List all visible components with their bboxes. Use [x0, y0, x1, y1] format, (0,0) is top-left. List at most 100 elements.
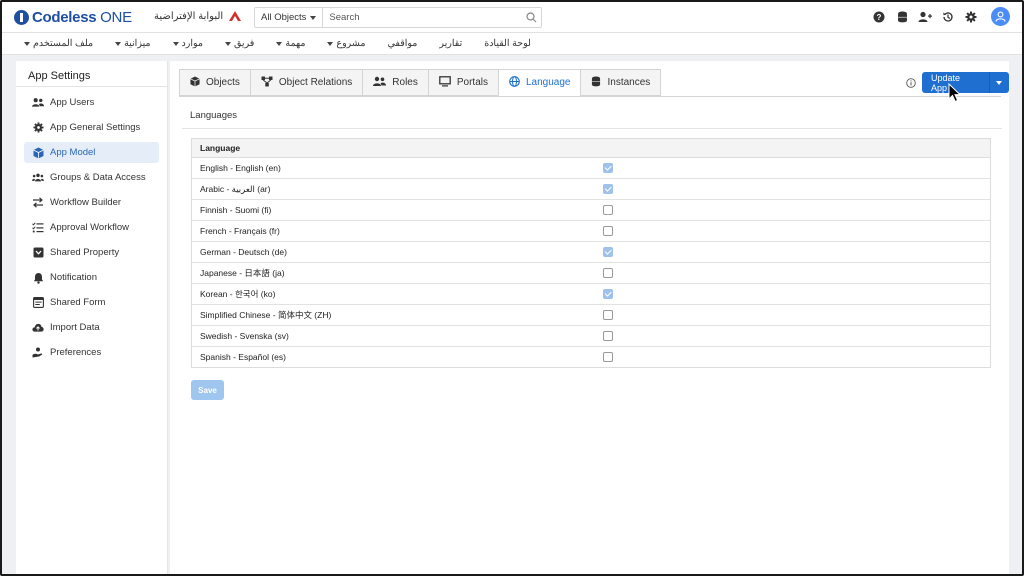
chevron-down-icon	[115, 41, 122, 46]
menu-item-my-positions[interactable]: مواقفي	[387, 38, 417, 49]
logo[interactable]: Codeless ONE	[14, 8, 132, 26]
sidebar-item-app-model[interactable]: App Model	[24, 142, 159, 163]
menu-item-resources[interactable]: موارد	[172, 38, 203, 49]
menu-item-task[interactable]: مهمة	[276, 38, 305, 49]
history-icon[interactable]	[941, 10, 955, 24]
database-icon[interactable]	[895, 10, 909, 24]
sidebar-item-groups-data-access[interactable]: Groups & Data Access	[24, 167, 159, 188]
table-row: German - Deutsch (de)	[191, 241, 991, 263]
sidebar-item-approval-workflow[interactable]: Approval Workflow	[24, 217, 159, 238]
sidebar-title: App Settings	[16, 61, 167, 87]
section-title: Languages	[190, 110, 238, 121]
sidebar-item-label: Approval Workflow	[50, 222, 130, 233]
sidebar-item-preferences[interactable]: Preferences	[24, 342, 159, 363]
search-input[interactable]	[323, 8, 521, 27]
update-app-button[interactable]: Update App	[922, 72, 990, 93]
sidebar-item-import-data[interactable]: Import Data	[24, 317, 159, 338]
sidebar-item-label: App Users	[50, 97, 95, 108]
languages-table: Language English - English (en) Arabic -…	[191, 138, 991, 368]
monitor-icon	[439, 75, 451, 90]
menu-item-label: لوحة القيادة	[484, 38, 531, 49]
sidebar-item-notification[interactable]: Notification	[24, 267, 159, 288]
search-scope-dropdown[interactable]: All Objects	[255, 8, 324, 27]
tab-label: Objects	[206, 77, 240, 88]
menu-item-team[interactable]: فريق	[225, 38, 254, 49]
language-checkbox[interactable]	[602, 352, 613, 362]
user-avatar-icon[interactable]	[991, 7, 1010, 26]
tab-language[interactable]: Language	[497, 69, 582, 96]
settings-sidebar: App Settings App Users App General Setti…	[16, 61, 168, 574]
menu-item-user-profile[interactable]: ملف المستخدم	[24, 38, 93, 49]
database-icon	[591, 76, 601, 90]
checkbox-cell	[602, 178, 991, 200]
menu-item-label: موارد	[181, 38, 203, 49]
shared-property-icon	[32, 247, 44, 259]
sidebar-item-shared-form[interactable]: Shared Form	[24, 292, 159, 313]
info-icon[interactable]	[906, 78, 916, 88]
tab-roles[interactable]: Roles	[362, 69, 429, 96]
sidebar-item-label: Shared Property	[50, 247, 120, 258]
language-name: English - English (en)	[191, 157, 603, 179]
table-row: Simplified Chinese - 简体中文 (ZH)	[191, 304, 991, 326]
portal-logo-icon	[228, 10, 242, 22]
sidebar-item-shared-property[interactable]: Shared Property	[24, 242, 159, 263]
logo-mark-icon	[14, 9, 29, 25]
portal-selector[interactable]: البوابة الإفتراضية	[154, 10, 242, 22]
search-icon[interactable]	[521, 8, 541, 27]
tab-label: Instances	[607, 77, 651, 88]
menu-item-label: مهمة	[285, 38, 306, 49]
search-scope-label: All Objects	[261, 12, 307, 23]
chevron-down-icon	[276, 41, 283, 46]
menu-item-project[interactable]: مشروع	[327, 38, 365, 49]
menu-item-budget[interactable]: ميزانية	[115, 38, 151, 49]
form-icon	[32, 297, 44, 309]
chevron-down-icon	[225, 41, 231, 46]
language-name: French - Français (fr)	[191, 220, 603, 242]
sidebar-item-workflow-builder[interactable]: Workflow Builder	[24, 192, 159, 213]
search-bar: All Objects	[254, 7, 542, 28]
language-checkbox[interactable]	[602, 310, 613, 320]
checklist-icon	[32, 222, 44, 234]
update-app-split-button: Update App	[922, 72, 1009, 93]
tab-object-relations[interactable]: Object Relations	[249, 69, 364, 96]
settings-icon[interactable]	[964, 10, 978, 24]
menu-item-label: مشروع	[336, 38, 366, 49]
table-row: Swedish - Svenska (sv)	[191, 325, 991, 347]
sidebar-item-label: Workflow Builder	[50, 197, 122, 208]
language-checkbox[interactable]	[602, 226, 613, 236]
language-checkbox[interactable]	[602, 184, 613, 194]
sidebar-item-app-general-settings[interactable]: App General Settings	[24, 117, 159, 138]
language-checkbox[interactable]	[602, 331, 613, 341]
group-icon	[32, 172, 44, 184]
tab-objects[interactable]: Objects	[179, 69, 251, 96]
language-checkbox[interactable]	[602, 268, 613, 278]
save-button[interactable]: Save	[191, 380, 224, 400]
language-checkbox[interactable]	[602, 247, 613, 257]
menu-item-label: مواقفي	[387, 38, 418, 49]
sidebar-item-label: Groups & Data Access	[50, 172, 146, 183]
help-icon[interactable]: ?	[872, 10, 886, 24]
top-bar: Codeless ONE البوابة الإفتراضية All Obje…	[2, 2, 1022, 33]
tab-portals[interactable]: Portals	[427, 69, 499, 96]
language-name: Korean - 한국어 (ko)	[191, 283, 603, 305]
table-row: Finnish - Suomi (fi)	[191, 199, 991, 221]
language-name: Arabic - العربية (ar)	[191, 178, 603, 200]
content-area: App Settings App Users App General Setti…	[2, 55, 1022, 574]
tab-instances[interactable]: Instances	[580, 69, 662, 96]
menu-item-reports[interactable]: تقارير	[439, 38, 462, 49]
table-header-row: Language	[191, 138, 991, 158]
menu-item-dashboard[interactable]: لوحة القيادة	[484, 38, 531, 49]
language-checkbox[interactable]	[602, 205, 613, 215]
globe-icon	[509, 75, 520, 90]
add-user-icon[interactable]	[918, 10, 932, 24]
preferences-icon	[32, 347, 44, 359]
arrows-icon	[32, 197, 44, 209]
sidebar-item-label: Preferences	[50, 347, 102, 358]
roles-icon	[373, 76, 387, 90]
language-checkbox[interactable]	[602, 163, 613, 173]
cloud-upload-icon	[32, 322, 44, 334]
sidebar-item-app-users[interactable]: App Users	[24, 92, 159, 113]
table-row: Korean - 한국어 (ko)	[191, 283, 991, 305]
update-app-dropdown-button[interactable]	[990, 72, 1009, 93]
language-checkbox[interactable]	[602, 289, 613, 299]
